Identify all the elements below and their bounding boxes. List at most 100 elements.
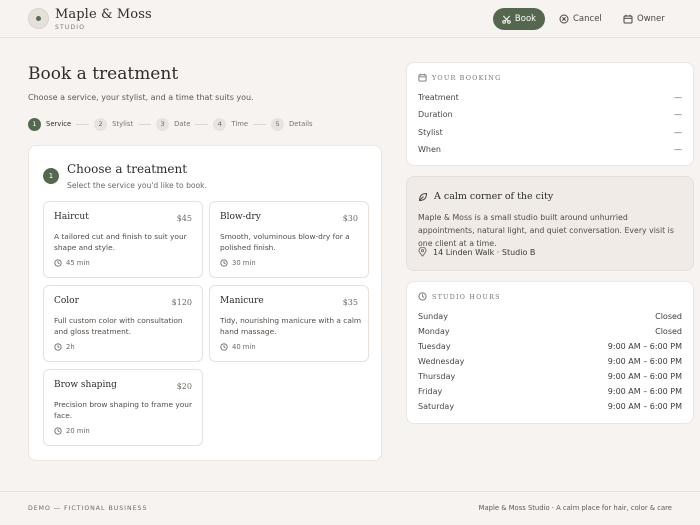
- step-divider: [76, 123, 90, 125]
- service-price: $45: [176, 214, 192, 223]
- service-price: $20: [176, 382, 192, 391]
- day-label: Tuesday: [418, 342, 451, 351]
- hours-row-saturday: Saturday 9:00 AM – 6:00 PM: [418, 400, 682, 413]
- step-label: Stylist: [112, 120, 134, 128]
- row-label: Treatment: [418, 92, 459, 102]
- hours-value: 9:00 AM – 6:00 PM: [607, 387, 682, 396]
- service-duration: 20 min: [54, 427, 90, 435]
- address-label: 14 Linden Walk · Studio B: [433, 247, 536, 257]
- service-card-color[interactable]: Color $120 Full custom color with consul…: [43, 285, 203, 362]
- step-number: 3: [156, 117, 170, 131]
- cancel-link-label: Cancel: [573, 14, 602, 24]
- duration-label: 45 min: [66, 259, 90, 267]
- duration-label: 30 min: [232, 259, 256, 267]
- service-card-haircut[interactable]: Haircut $45 A tailored cut and finish to…: [43, 201, 203, 278]
- service-duration: 45 min: [54, 259, 90, 267]
- service-price: $30: [342, 214, 358, 223]
- about-text: Maple & Moss is a small studio built aro…: [418, 213, 674, 248]
- service-card-blow-dry[interactable]: Blow-dry $30 Smooth, voluminous blow-dry…: [209, 201, 369, 278]
- service-name: Brow shaping: [54, 380, 117, 390]
- service-duration: 2h: [54, 343, 75, 351]
- service-card-manicure[interactable]: Manicure $35 Tidy, nourishing manicure w…: [209, 285, 369, 362]
- service-price: $35: [342, 298, 358, 307]
- service-price: $120: [171, 298, 192, 307]
- day-label: Saturday: [418, 402, 455, 411]
- book-button-label: Book: [514, 14, 537, 24]
- brand-name[interactable]: Maple & Moss: [55, 7, 152, 22]
- service-description: Precision brow shaping to frame your fac…: [54, 400, 192, 420]
- hours-value: 9:00 AM – 6:00 PM: [607, 402, 682, 411]
- duration-label: 20 min: [66, 427, 90, 435]
- service-card-brow-shaping[interactable]: Brow shaping $20 Precision brow shaping …: [43, 369, 203, 446]
- hours-row-tuesday: Tuesday 9:00 AM – 6:00 PM: [418, 340, 682, 353]
- step-divider: [195, 123, 209, 125]
- service-name: Haircut: [54, 212, 89, 222]
- calendar-icon: [623, 14, 633, 24]
- top-header: Maple & Moss STUDIO Book Cancel Owner: [0, 0, 700, 38]
- step-date[interactable]: 3 Date: [156, 117, 190, 131]
- step-number: 2: [94, 117, 108, 131]
- duration-label: 40 min: [232, 343, 256, 351]
- about-title: A calm corner of the city: [418, 191, 553, 202]
- scissors-icon: [502, 15, 511, 24]
- step-label: Details: [289, 120, 313, 128]
- section-title: Choose a treatment: [67, 162, 188, 176]
- step-divider: [253, 123, 267, 125]
- owner-link[interactable]: Owner: [623, 8, 665, 30]
- hours-value: Closed: [655, 312, 682, 321]
- owner-link-label: Owner: [637, 14, 665, 24]
- step-service[interactable]: 1 Service: [28, 117, 72, 131]
- cancel-link[interactable]: Cancel: [559, 8, 602, 30]
- step-details[interactable]: 5 Details: [271, 117, 313, 131]
- page-footer: DEMO — FICTIONAL BUSINESS Maple & Moss S…: [0, 491, 700, 525]
- treatment-panel: 1 Choose a treatment Select the service …: [28, 145, 382, 461]
- step-number: 5: [271, 117, 285, 131]
- clock-icon: [54, 259, 62, 267]
- step-number: 4: [213, 117, 227, 131]
- clock-icon: [418, 292, 427, 301]
- day-label: Friday: [418, 387, 443, 396]
- hours-row-friday: Friday 9:00 AM – 6:00 PM: [418, 385, 682, 398]
- footer-demo-note: DEMO — FICTIONAL BUSINESS: [28, 505, 148, 512]
- hours-row-sunday: Sunday Closed: [418, 310, 682, 323]
- service-description: A tailored cut and finish to suit your s…: [54, 232, 187, 252]
- section-number-badge: 1: [43, 168, 59, 184]
- address: 14 Linden Walk · Studio B: [418, 247, 535, 257]
- hours-row-wednesday: Wednesday 9:00 AM – 6:00 PM: [418, 355, 682, 368]
- booking-row-when: When —: [418, 142, 682, 156]
- hours-row-thursday: Thursday 9:00 AM – 6:00 PM: [418, 370, 682, 383]
- step-label: Service: [46, 120, 72, 128]
- booking-heading-label: YOUR BOOKING: [432, 73, 502, 82]
- service-duration: 40 min: [220, 343, 256, 351]
- cancel-circle-icon: [559, 14, 569, 24]
- hours-heading: STUDIO HOURS: [418, 292, 501, 301]
- page-subtitle: Choose a service, your stylist, and a ti…: [28, 93, 254, 102]
- row-label: Stylist: [418, 127, 443, 137]
- service-name: Manicure: [220, 296, 264, 306]
- step-label: Time: [231, 120, 249, 128]
- service-description: Tidy, nourishing manicure with a calm ha…: [220, 316, 362, 336]
- hours-value: 9:00 AM – 6:00 PM: [607, 357, 682, 366]
- hours-heading-label: STUDIO HOURS: [432, 292, 501, 301]
- step-number: 1: [28, 117, 41, 131]
- step-divider: [138, 123, 152, 125]
- hours-value: Closed: [655, 327, 682, 336]
- your-booking-card: YOUR BOOKING Treatment — Duration — Styl…: [406, 62, 694, 166]
- hours-value: 9:00 AM – 6:00 PM: [607, 342, 682, 351]
- logo-mark-icon[interactable]: [28, 8, 49, 29]
- step-time[interactable]: 4 Time: [213, 117, 249, 131]
- book-button[interactable]: Book: [493, 8, 545, 30]
- step-stylist[interactable]: 2 Stylist: [94, 117, 134, 131]
- footer-tagline: Maple & Moss Studio · A calm place for h…: [478, 504, 672, 512]
- day-label: Sunday: [418, 312, 448, 321]
- booking-row-stylist: Stylist —: [418, 125, 682, 139]
- row-value: —: [674, 92, 682, 102]
- booking-stepper: 1 Service 2 Stylist 3 Date 4 Time 5 Deta…: [28, 117, 313, 131]
- calendar-icon: [418, 73, 427, 82]
- service-name: Blow-dry: [220, 212, 261, 222]
- page-title: Book a treatment: [28, 64, 179, 84]
- clock-icon: [220, 259, 228, 267]
- clock-icon: [220, 343, 228, 351]
- row-label: When: [418, 144, 441, 154]
- row-value: —: [674, 127, 682, 137]
